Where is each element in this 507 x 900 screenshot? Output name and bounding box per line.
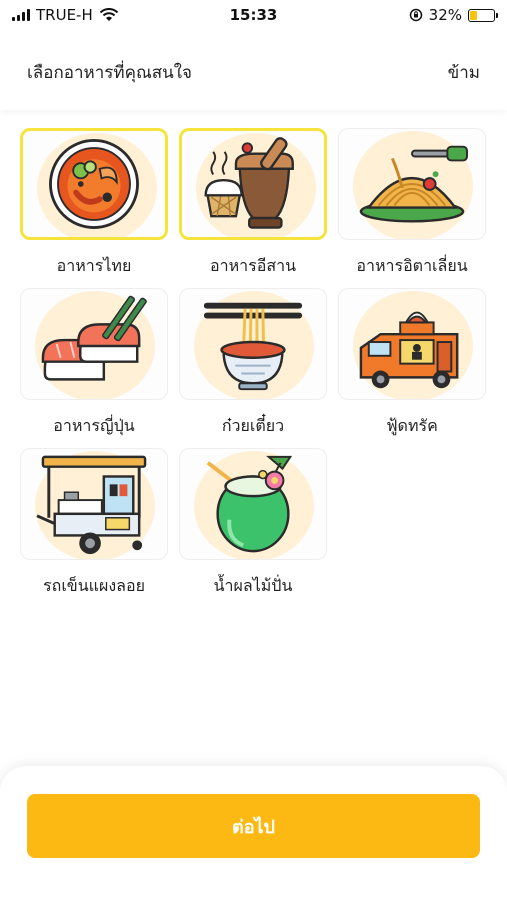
category-label: รถเข็นแผงลอย — [43, 576, 145, 595]
category-card[interactable] — [20, 288, 168, 400]
category-label: อาหารญี่ปุ่น — [53, 416, 135, 435]
category-card[interactable] — [20, 128, 168, 240]
category-card[interactable] — [179, 448, 327, 560]
category-label: น้ำผลไม้ปั่น — [213, 576, 293, 595]
page-title: เลือกอาหารที่คุณสนใจ — [27, 63, 192, 83]
category-japanese[interactable]: อาหารญี่ปุ่น — [20, 288, 168, 448]
next-button[interactable]: ต่อไป — [27, 794, 480, 858]
category-card[interactable] — [179, 128, 327, 240]
category-food-truck[interactable]: ฟู้ดทรัค — [338, 288, 486, 448]
street-food-cart-icon — [36, 455, 147, 555]
category-italian[interactable]: อาหารอิตาเลี่ยน — [338, 128, 486, 288]
category-card[interactable] — [20, 448, 168, 560]
orientation-lock-icon — [409, 8, 422, 22]
category-noodle[interactable]: ก๋วยเตี๋ยว — [179, 288, 327, 448]
category-thai[interactable]: อาหารไทย — [20, 128, 168, 288]
battery-icon — [468, 8, 498, 22]
category-label: อาหารอิตาเลี่ยน — [356, 256, 468, 275]
food-truck-icon — [359, 311, 459, 389]
category-isan[interactable]: อาหารอีสาน — [179, 128, 327, 288]
category-label: ฟู้ดทรัค — [386, 416, 438, 435]
category-card[interactable] — [338, 128, 486, 240]
category-grid: อาหารไทย อาหารอีสาน อาหารอิตาเลี่ยน อาหา… — [20, 128, 490, 608]
category-label: ก๋วยเตี๋ยว — [221, 416, 285, 435]
sushi-chopsticks-icon — [41, 295, 147, 381]
category-street-cart[interactable]: รถเข็นแผงลอย — [20, 448, 168, 608]
bottom-action-bar: ต่อไป — [0, 766, 507, 900]
status-right: 32% — [409, 6, 498, 24]
skip-button[interactable]: ข้าม — [448, 59, 480, 86]
category-label: อาหารอีสาน — [209, 256, 296, 275]
battery-percent: 32% — [428, 6, 462, 24]
spaghetti-fork-icon — [359, 145, 468, 223]
category-label: อาหารไทย — [56, 256, 132, 275]
mortar-sticky-rice-icon — [204, 137, 294, 229]
category-card[interactable] — [179, 288, 327, 400]
category-card[interactable] — [338, 288, 486, 400]
category-smoothie[interactable]: น้ำผลไม้ปั่น — [179, 448, 327, 608]
coconut-drink-icon — [206, 455, 293, 553]
thai-curry-bowl-icon — [49, 139, 139, 229]
battery-level — [470, 10, 478, 20]
header: เลือกอาหารที่คุณสนใจ ข้าม — [0, 30, 507, 110]
status-bar: TRUE-H 15:33 32% — [0, 0, 507, 30]
noodle-bowl-icon — [203, 302, 303, 391]
